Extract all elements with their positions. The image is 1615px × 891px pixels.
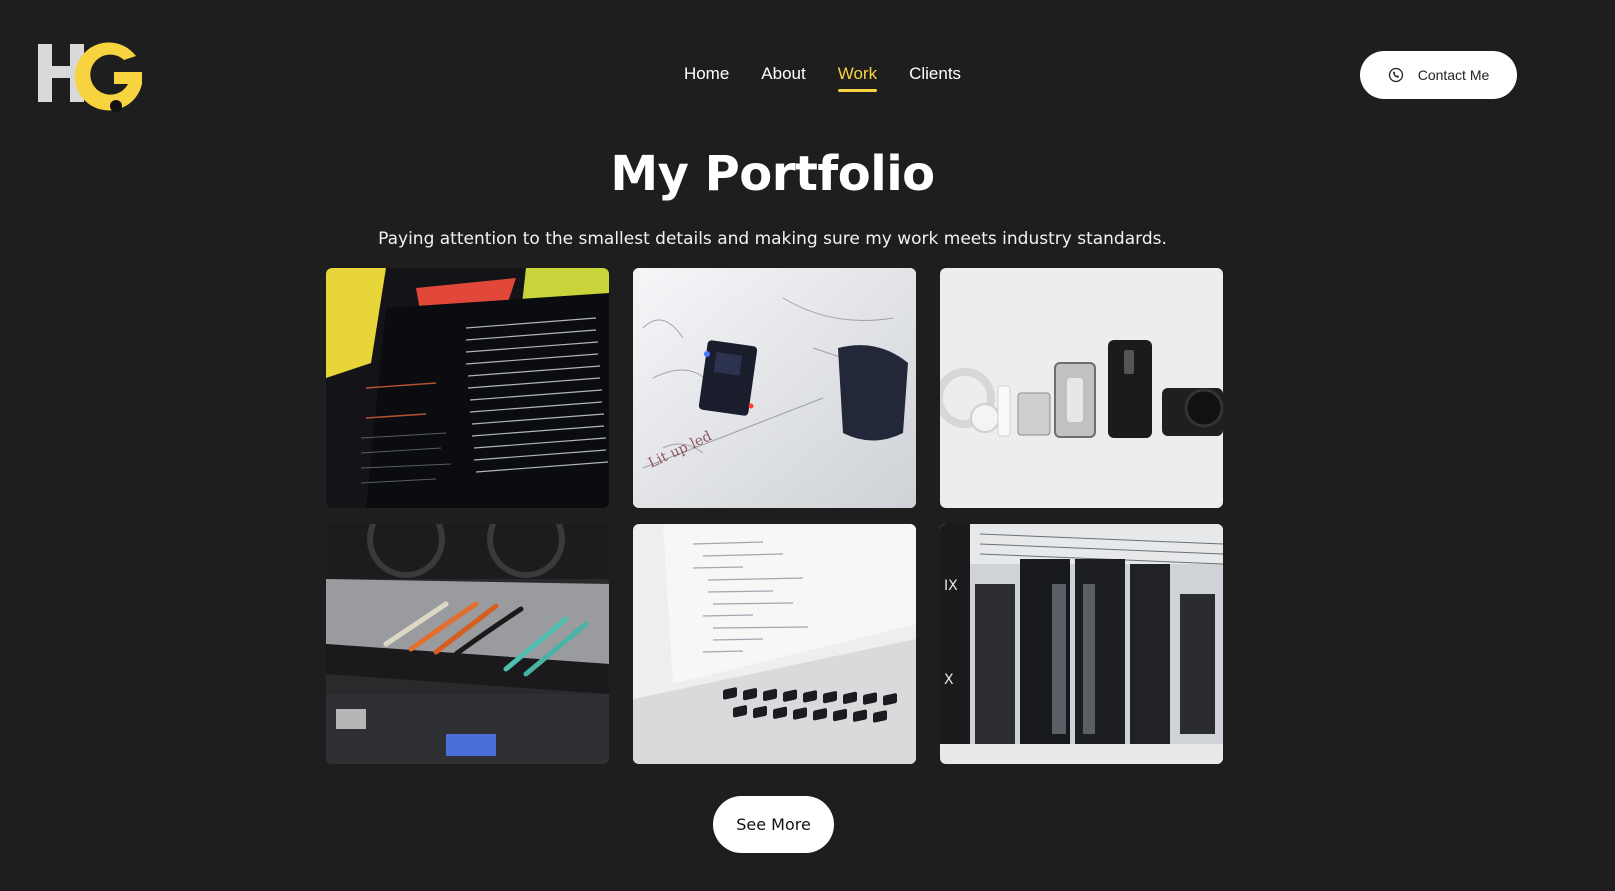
page-title: My Portfolio <box>610 146 935 202</box>
circuit-board-photo: Lit up led <box>633 268 916 508</box>
laptop-code-photo <box>633 524 916 764</box>
nav-work[interactable]: Work <box>837 64 878 92</box>
portfolio-item-laptop[interactable] <box>633 524 916 764</box>
page-subtitle: Paying attention to the smallest details… <box>378 229 1167 249</box>
contact-me-button[interactable]: Contact Me <box>1360 51 1517 99</box>
portfolio-grid: Lit up led IX X <box>326 268 1223 764</box>
nav-home[interactable]: Home <box>684 64 729 90</box>
devices-flatlay-photo <box>940 268 1223 508</box>
network-switch-photo <box>326 524 609 764</box>
contact-me-label: Contact Me <box>1417 67 1490 83</box>
phone-icon <box>1388 67 1404 83</box>
svg-text:X: X <box>944 672 954 688</box>
nav-clients[interactable]: Clients <box>909 64 961 90</box>
terminal-screen-photo <box>326 268 609 508</box>
svg-text:IX: IX <box>944 578 958 594</box>
server-room-photo: IX X <box>940 524 1223 764</box>
nav-about[interactable]: About <box>761 64 805 90</box>
portfolio-item-network[interactable] <box>326 524 609 764</box>
portfolio-item-circuit[interactable]: Lit up led <box>633 268 916 508</box>
portfolio-item-devices[interactable] <box>940 268 1223 508</box>
portfolio-item-servers[interactable]: IX X <box>940 524 1223 764</box>
portfolio-item-terminal[interactable] <box>326 268 609 508</box>
see-more-button[interactable]: See More <box>713 796 834 853</box>
